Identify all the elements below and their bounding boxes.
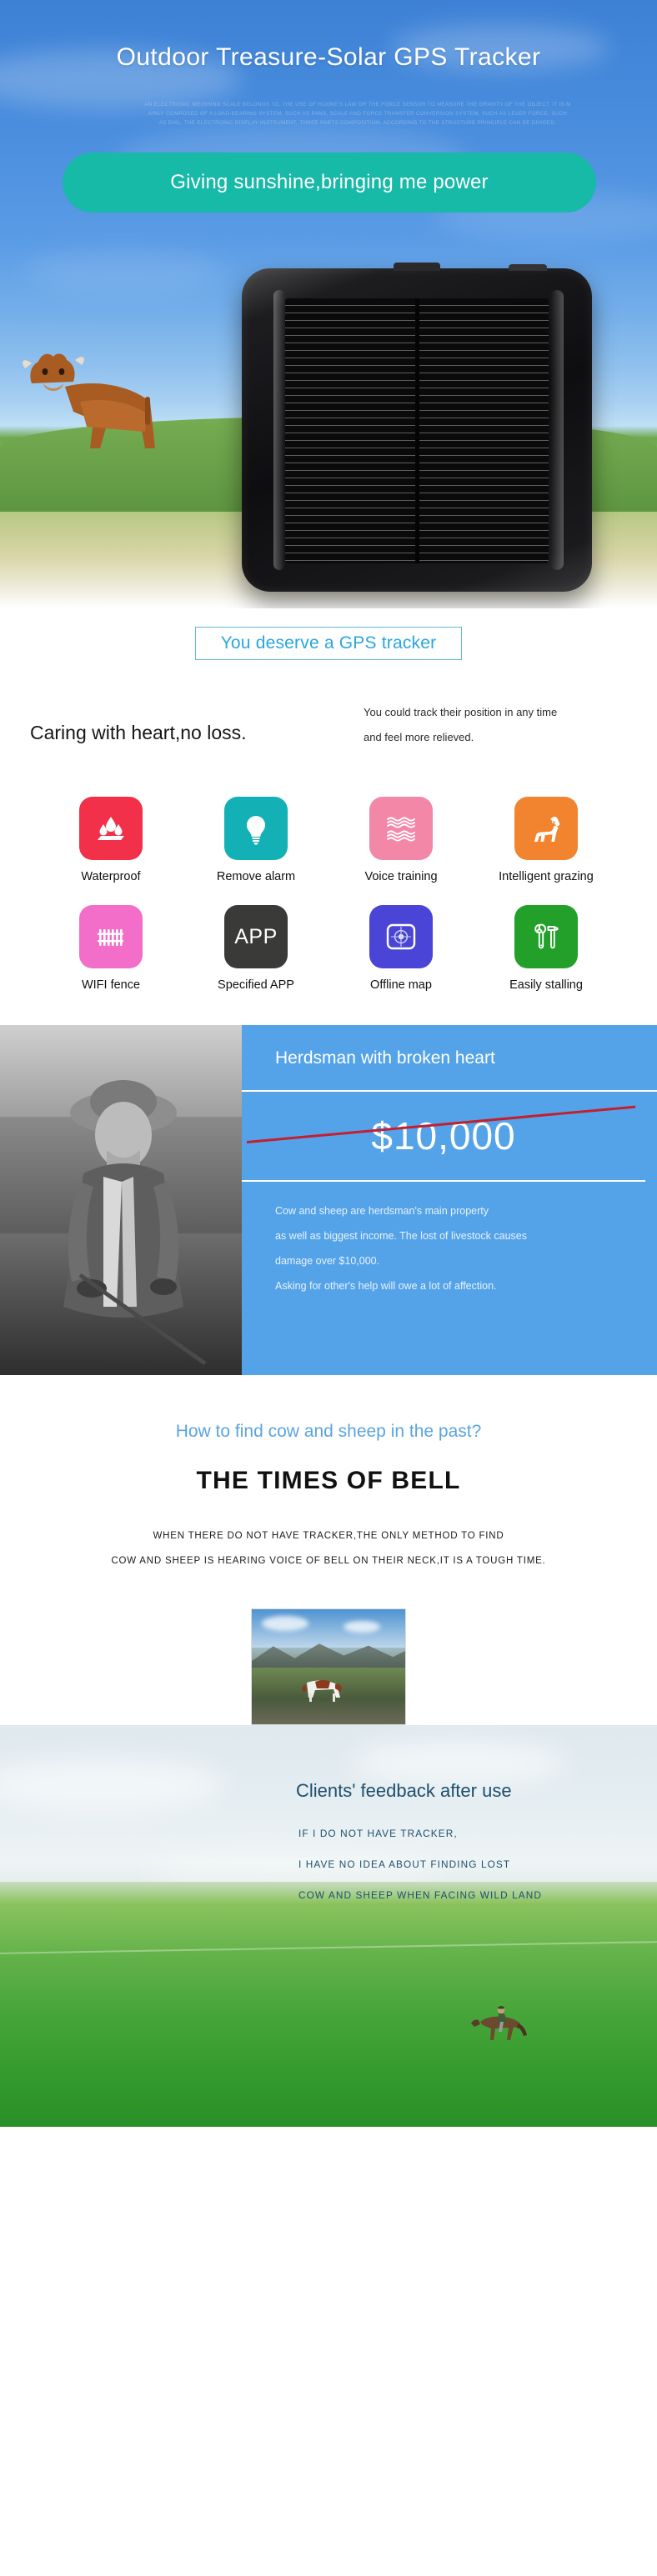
device-antenna-nub [394,263,440,271]
bell-question: How to find cow and sheep in the past? [175,1422,482,1441]
caring-headline: Caring with heart,no loss. [30,722,247,743]
herdsman-body-line-3: damage over $10,000. [275,1255,380,1267]
clients-feedback-section: Clients' feedback after use IF I DO NOT … [0,1725,657,2127]
feature-label: Offline map [370,978,432,992]
feature-label: Voice training [364,870,438,883]
cloud-decoration [350,1740,567,1785]
fence-icon [79,905,143,968]
feature-specified-app[interactable]: APP Specified APP [183,905,328,992]
solar-panel-surface [285,298,549,563]
hero-fineprint-text: AN ELECTRONIC WEIGHING SCALE BELONGS TO,… [144,102,571,126]
herdsman-body-line-2: as well as biggest income. The lost of l… [275,1230,527,1242]
lightbulb-icon [224,797,288,860]
hero-cta-label: Giving sunshine,bringing me power [170,171,489,193]
grassland-field [0,1902,657,2127]
feedback-line-3: COW AND SHEEP WHEN FACING WILD LAND [298,1889,542,1901]
feedback-line-1: IF I DO NOT HAVE TRACKER, [298,1828,458,1839]
bell-paragraph: WHEN THERE DO NOT HAVE TRACKER,THE ONLY … [0,1523,657,1573]
sound-waves-icon [369,797,433,860]
caring-body-line-1: You could track their position in any ti… [364,706,558,718]
herdsman-portrait-photo [0,1025,242,1375]
hero-section: Outdoor Treasure-Solar GPS Tracker AN EL… [0,0,657,608]
herdsman-body-line-1: Cow and sheep are herdsman's main proper… [275,1205,489,1217]
feature-remove-alarm[interactable]: Remove alarm [183,797,328,883]
feature-waterproof[interactable]: Waterproof [38,797,183,883]
cow-in-mountain-pasture-photo [251,1608,406,1725]
solar-panel-column-right [419,298,549,563]
bell-paragraph-line-2: COW AND SHEEP IS HEARING VOICE OF BELL O… [111,1556,546,1566]
solar-panel-column-left [285,298,415,563]
tools-icon [514,905,578,968]
feature-easily-stalling[interactable]: Easily stalling [474,905,619,992]
cloud-decoration [344,1621,380,1633]
deserve-banner-wrap: You deserve a GPS tracker [0,627,657,660]
feature-intelligent-grazing[interactable]: Intelligent grazing [474,797,619,883]
feature-label: WIFI fence [81,978,141,992]
horse-rider-on-grassland-photo [471,2006,527,2040]
feature-label: Waterproof [81,870,141,883]
feature-label: Specified APP [218,978,294,992]
deserve-gps-tracker-box: You deserve a GPS tracker [194,627,463,660]
feature-voice-training[interactable]: Voice training [328,797,474,883]
device-button-nub [509,264,547,271]
dog-icon [514,797,578,860]
herdsman-body-line-4: Asking for other's help will owe a lot o… [275,1280,497,1292]
feature-grid: Waterproof Remove alarm Voice training I… [0,750,657,1025]
page-title: Outdoor Treasure-Solar GPS Tracker [116,43,541,71]
feature-wifi-fence[interactable]: WIFI fence [38,905,183,992]
caring-body: You could track their position in any ti… [364,700,627,750]
cow-illustration [23,353,155,448]
feedback-title: Clients' feedback after use [296,1780,512,1801]
herdsman-figure [63,1080,207,1366]
herdsman-title: Herdsman with broken heart [242,1025,657,1092]
app-text-icon: APP [224,905,288,968]
herdsman-section: Herdsman with broken heart $10,000 Cow a… [0,1025,657,1375]
map-target-icon [369,905,433,968]
caring-section: Caring with heart,no loss. You could tra… [0,660,657,750]
feature-label: Intelligent grazing [499,870,594,883]
herdsman-copy: Herdsman with broken heart $10,000 Cow a… [242,1025,657,1375]
cloud-decoration [25,250,225,292]
feature-label: Easily stalling [509,978,583,992]
bell-heading: THE TIMES OF BELL [196,1467,461,1494]
herdsman-body: Cow and sheep are herdsman's main proper… [242,1182,657,1298]
feedback-lines: IF I DO NOT HAVE TRACKER, I HAVE NO IDEA… [298,1818,542,1911]
solar-gps-tracker-device [242,263,592,592]
grazing-cow [302,1680,342,1702]
hero-cta-banner[interactable]: Giving sunshine,bringing me power [63,153,596,213]
times-of-bell-section: How to find cow and sheep in the past? T… [0,1375,657,1725]
cloud-decoration [0,1758,225,1812]
feedback-line-2: I HAVE NO IDEA ABOUT FINDING LOST [298,1858,511,1870]
app-icon-label: APP [234,924,278,948]
water-drops-icon [79,797,143,860]
product-landing-page: Outdoor Treasure-Solar GPS Tracker AN EL… [0,0,657,2127]
caring-body-line-2: and feel more relieved. [364,731,474,743]
feature-offline-map[interactable]: Offline map [328,905,474,992]
feature-label: Remove alarm [216,870,296,883]
herdsman-price-block: $10,000 [242,1092,645,1182]
bell-paragraph-line-1: WHEN THERE DO NOT HAVE TRACKER,THE ONLY … [153,1531,504,1541]
cloud-decoration [262,1616,308,1631]
